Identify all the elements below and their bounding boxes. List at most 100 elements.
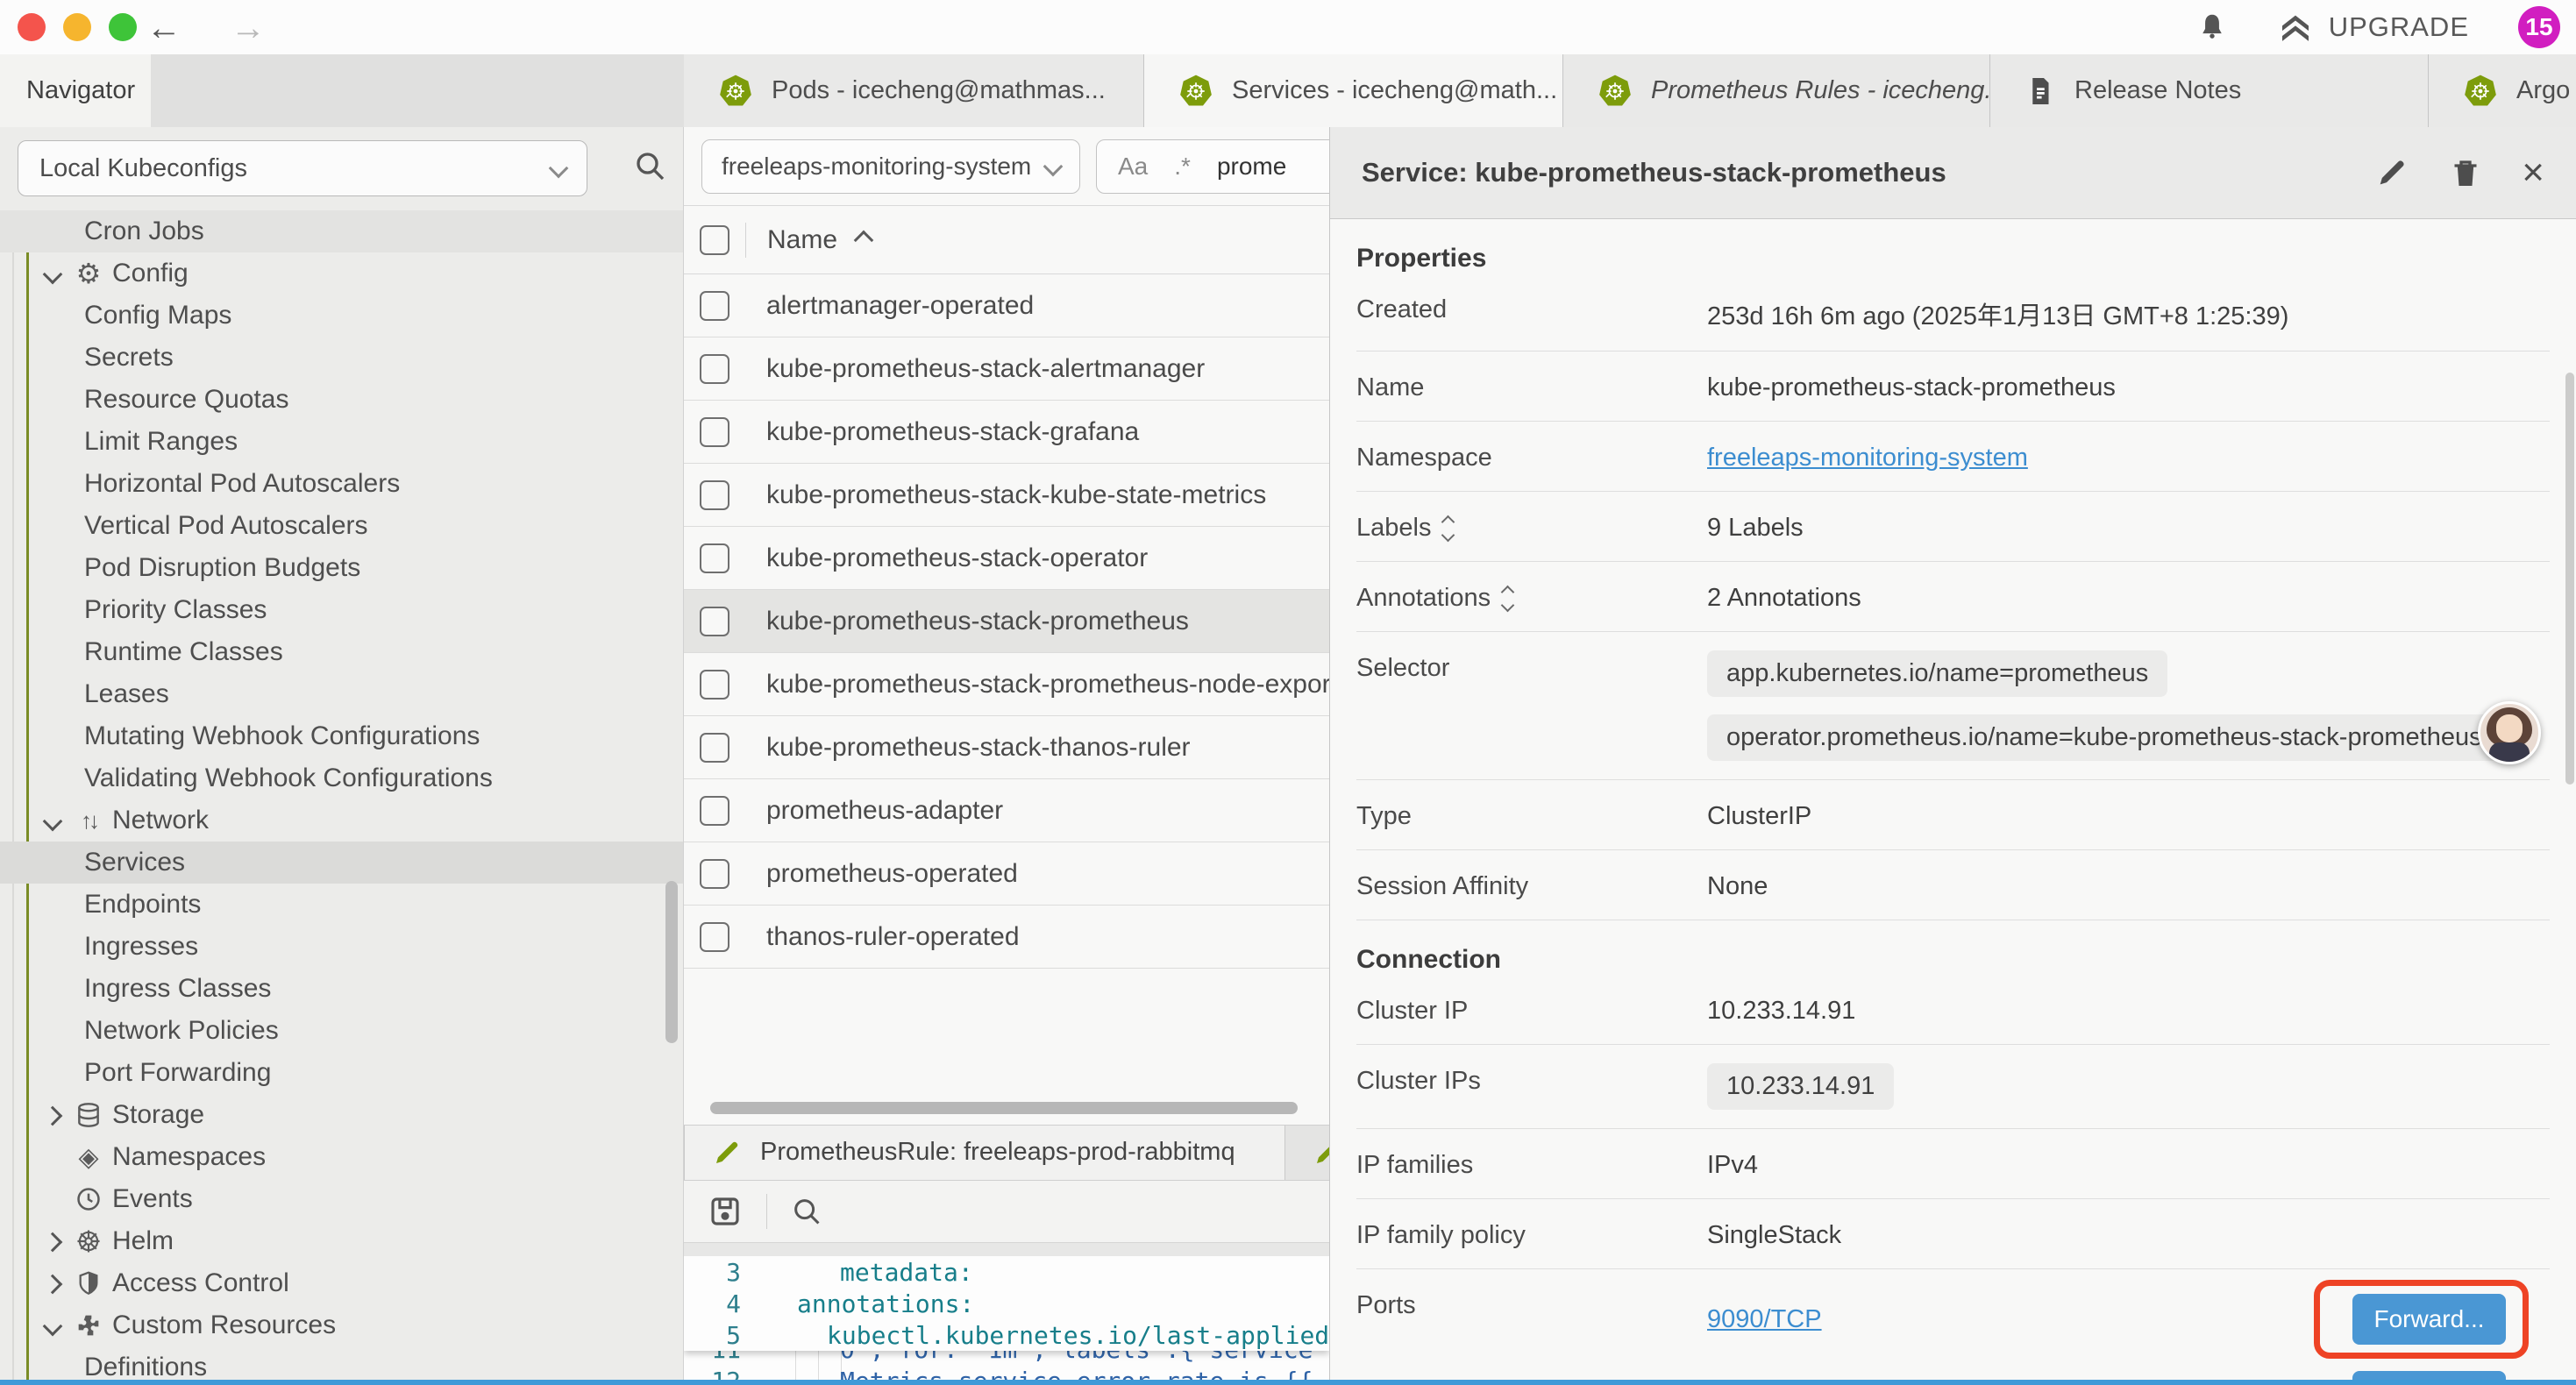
detail-label: Namespace xyxy=(1356,440,1707,472)
row-checkbox[interactable] xyxy=(700,733,729,763)
chevron-right-icon[interactable] xyxy=(43,1275,63,1295)
traffic-light-minimize[interactable] xyxy=(63,13,91,41)
horizontal-scrollbar-thumb[interactable] xyxy=(710,1102,1298,1114)
row-checkbox[interactable] xyxy=(700,796,729,826)
select-all-checkbox[interactable] xyxy=(700,225,729,255)
sidebar-item-network-policies[interactable]: Network Policies xyxy=(0,1010,683,1052)
table-row-kube-prometheus-stack-alertmanager[interactable]: kube-prometheus-stack-alertmanager xyxy=(684,337,1329,401)
row-checkbox[interactable] xyxy=(700,543,729,573)
sidebar-item-port-forwarding[interactable]: Port Forwarding xyxy=(0,1052,683,1094)
row-checkbox[interactable] xyxy=(700,417,729,447)
sidebar-item-limit-ranges[interactable]: Limit Ranges xyxy=(0,421,683,463)
bell-icon[interactable] xyxy=(2195,11,2229,44)
row-checkbox[interactable] xyxy=(700,354,729,384)
table-row-prometheus-adapter[interactable]: prometheus-adapter xyxy=(684,779,1329,842)
table-row-thanos-ruler-operated[interactable]: thanos-ruler-operated xyxy=(684,906,1329,969)
sidebar-item-config-maps[interactable]: Config Maps xyxy=(0,295,683,337)
table-row-alertmanager-operated[interactable]: alertmanager-operated xyxy=(684,274,1329,337)
chevron-down-icon[interactable] xyxy=(43,265,63,285)
sidebar-item-events[interactable]: Events xyxy=(0,1178,683,1220)
sidebar-item-config[interactable]: ⚙Config xyxy=(0,252,683,295)
editor-tab-prometheusrule-freeleaps-prod-rabbitmq[interactable]: PrometheusRule: freeleaps-prod-rabbitmq xyxy=(684,1126,1285,1180)
row-checkbox[interactable] xyxy=(700,291,729,321)
sidebar-item-mutating-webhook-configurations[interactable]: Mutating Webhook Configurations xyxy=(0,715,683,757)
kubeconfig-select[interactable]: Local Kubeconfigs xyxy=(18,140,587,196)
sidebar-item-cron-jobs[interactable]: Cron Jobs xyxy=(0,210,683,252)
chevron-right-icon[interactable] xyxy=(43,1232,63,1253)
editor-search-icon[interactable] xyxy=(790,1195,823,1228)
table-row-prometheus-operated[interactable]: prometheus-operated xyxy=(684,842,1329,906)
sidebar-item-leases[interactable]: Leases xyxy=(0,673,683,715)
chevron-down-icon[interactable] xyxy=(43,812,63,832)
table-row-kube-prometheus-stack-grafana[interactable]: kube-prometheus-stack-grafana xyxy=(684,401,1329,464)
sidebar-item-pod-disruption-budgets[interactable]: Pod Disruption Budgets xyxy=(0,547,683,589)
sidebar-item-ingress-classes[interactable]: Ingress Classes xyxy=(0,968,683,1010)
match-case-toggle[interactable]: Aa xyxy=(1118,153,1148,181)
traffic-light-maximize[interactable] xyxy=(109,13,137,41)
table-row-kube-prometheus-stack-operator[interactable]: kube-prometheus-stack-operator xyxy=(684,527,1329,590)
sidebar-scrollbar-thumb[interactable] xyxy=(665,881,678,1043)
sidebar-item-namespaces[interactable]: ◈Namespaces xyxy=(0,1136,683,1178)
tab-pods-icecheng-mathmas[interactable]: Pods - icecheng@mathmas... xyxy=(684,54,1144,127)
close-icon[interactable]: × xyxy=(2522,153,2544,192)
sidebar-item-priority-classes[interactable]: Priority Classes xyxy=(0,589,683,631)
tab-argo-se[interactable]: Argo Se xyxy=(2429,54,2576,127)
save-icon[interactable] xyxy=(707,1193,744,1230)
table-row-kube-prometheus-stack-thanos-ruler[interactable]: kube-prometheus-stack-thanos-ruler xyxy=(684,716,1329,779)
notification-count-badge[interactable]: 15 xyxy=(2518,6,2560,48)
sidebar-item-horizontal-pod-autoscalers[interactable]: Horizontal Pod Autoscalers xyxy=(0,463,683,505)
table-row-kube-prometheus-stack-prometheus[interactable]: kube-prometheus-stack-prometheus xyxy=(684,590,1329,653)
tab-release-notes[interactable]: Release Notes xyxy=(1990,54,2429,127)
expand-updown-icon[interactable] xyxy=(1443,517,1453,540)
back-arrow-icon[interactable]: ← xyxy=(145,9,183,47)
sidebar-item-vertical-pod-autoscalers[interactable]: Vertical Pod Autoscalers xyxy=(0,505,683,547)
assistant-avatar[interactable] xyxy=(2478,701,2541,764)
detail-label: Cluster IPs xyxy=(1356,1063,1707,1096)
delete-trash-icon[interactable] xyxy=(2448,155,2483,190)
editor-tab-c[interactable]: C xyxy=(1285,1126,1329,1180)
tab-prometheus-rules-icecheng[interactable]: Prometheus Rules - icecheng... xyxy=(1563,54,1990,127)
edit-pencil-icon[interactable] xyxy=(2374,155,2409,190)
sidebar-item-secrets[interactable]: Secrets xyxy=(0,337,683,379)
forward-button[interactable]: Forward... xyxy=(2352,1294,2506,1345)
sidebar-item-runtime-classes[interactable]: Runtime Classes xyxy=(0,631,683,673)
table-row-kube-prometheus-stack-prometheus-node-expor[interactable]: kube-prometheus-stack-prometheus-node-ex… xyxy=(684,653,1329,716)
detail-scrollbar-thumb[interactable] xyxy=(2565,373,2574,785)
sidebar-item-validating-webhook-configurations[interactable]: Validating Webhook Configurations xyxy=(0,757,683,799)
navigator-panel-tab[interactable]: Navigator xyxy=(0,54,151,127)
name-column-header[interactable]: Name xyxy=(767,225,837,255)
sidebar-item-services[interactable]: Services xyxy=(0,842,683,884)
table-row-kube-prometheus-stack-kube-state-metrics[interactable]: kube-prometheus-stack-kube-state-metrics xyxy=(684,464,1329,527)
sort-ascending-icon[interactable] xyxy=(854,230,874,250)
forward-arrow-icon[interactable]: → xyxy=(229,9,267,47)
traffic-light-close[interactable] xyxy=(18,13,46,41)
detail-label: Selector xyxy=(1356,650,1707,683)
row-checkbox[interactable] xyxy=(700,607,729,636)
tab-services-icecheng-math[interactable]: Services - icecheng@math...× xyxy=(1144,54,1563,127)
detail-value: 253d 16h 6m ago (2025年1月13日 GMT+8 1:25:3… xyxy=(1707,292,2288,332)
chevron-down-icon[interactable] xyxy=(43,1317,63,1337)
yaml-editor[interactable]: 110", for: "1m", labels :{ service :12Me… xyxy=(684,1256,1329,1385)
row-checkbox[interactable] xyxy=(700,480,729,510)
row-checkbox[interactable] xyxy=(700,922,729,952)
upgrade-button[interactable]: UPGRADE xyxy=(2278,10,2469,45)
sidebar-item-storage[interactable]: Storage xyxy=(0,1094,683,1136)
sidebar-item-custom-resources[interactable]: Custom Resources xyxy=(0,1304,683,1346)
namespace-select[interactable]: freeleaps-monitoring-system xyxy=(701,139,1080,194)
sidebar-item-ingresses[interactable]: Ingresses xyxy=(0,926,683,968)
sidebar-item-network[interactable]: ↑↓Network xyxy=(0,799,683,842)
sidebar-item-endpoints[interactable]: Endpoints xyxy=(0,884,683,926)
regex-toggle[interactable]: .* xyxy=(1174,153,1191,181)
kubernetes-icon xyxy=(1597,73,1633,110)
list-search-input[interactable]: Aa .* prome xyxy=(1096,139,1330,194)
port-link-9090-tcp[interactable]: 9090/TCP xyxy=(1707,1305,1822,1334)
namespace-link[interactable]: freeleaps-monitoring-system xyxy=(1707,444,2028,472)
sidebar-item-resource-quotas[interactable]: Resource Quotas xyxy=(0,379,683,421)
sidebar-search-icon[interactable] xyxy=(632,148,667,183)
row-checkbox[interactable] xyxy=(700,670,729,700)
sidebar-item-access-control[interactable]: Access Control xyxy=(0,1262,683,1304)
row-checkbox[interactable] xyxy=(700,859,729,889)
sidebar-item-helm[interactable]: Helm xyxy=(0,1220,683,1262)
expand-updown-icon[interactable] xyxy=(1503,587,1512,610)
chevron-right-icon[interactable] xyxy=(43,1106,63,1126)
